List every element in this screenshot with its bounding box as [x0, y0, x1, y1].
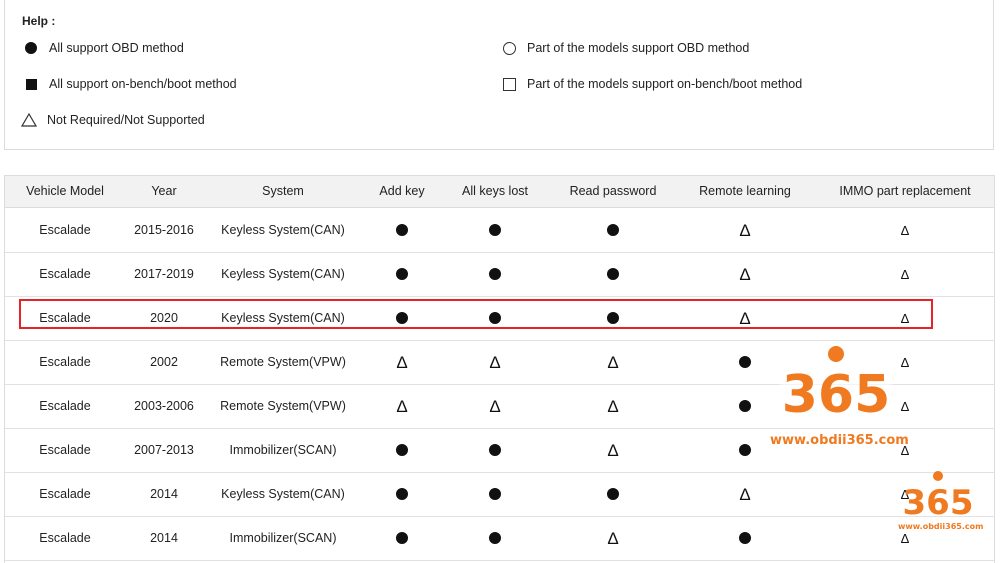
cell-system: Remote System(VPW) [220, 355, 346, 369]
header-system: System [262, 184, 304, 198]
cell-year: 2002 [150, 355, 178, 369]
filled-circle-icon [396, 516, 408, 560]
triangle-icon: Δ [396, 352, 408, 372]
cell-year: 2003-2006 [134, 399, 194, 413]
highlight-box [19, 299, 933, 329]
legend-all-bench: All support on-bench/boot method [23, 76, 237, 92]
header-add-key: Add key [379, 184, 425, 198]
header-remote-learning: Remote learning [699, 184, 791, 198]
cell-vehicle-model: Escalade [39, 487, 91, 501]
filled-circle-icon [739, 384, 751, 428]
help-panel: Help : All support OBD method Part of th… [4, 0, 994, 150]
filled-circle-icon [396, 252, 408, 296]
help-title: Help : [22, 14, 56, 28]
table-row: Escalade 2014 Keyless System(CAN) Δ Δ [5, 472, 994, 517]
header-immo-part-replacement: IMMO part replacement [839, 184, 971, 198]
triangle-icon: Δ [489, 396, 501, 416]
filled-circle-icon [489, 252, 501, 296]
legend-label: Part of the models support OBD method [527, 41, 750, 55]
legend-label: All support OBD method [49, 41, 184, 55]
cell-year: 2015-2016 [134, 223, 194, 237]
triangle-icon: Δ [396, 396, 408, 416]
filled-circle-icon [396, 208, 408, 252]
filled-circle-icon [607, 472, 619, 516]
legend-label: Part of the models support on-bench/boot… [527, 77, 803, 91]
filled-circle-icon [739, 428, 751, 472]
cell-system: Immobilizer(SCAN) [229, 443, 337, 457]
cell-vehicle-model: Escalade [39, 223, 91, 237]
filled-circle-icon [739, 340, 751, 384]
triangle-icon: Δ [607, 528, 619, 548]
triangle-icon: Δ [739, 264, 751, 284]
cell-vehicle-model: Escalade [39, 399, 91, 413]
triangle-icon: Δ [739, 220, 751, 240]
cell-system: Immobilizer(SCAN) [229, 531, 337, 545]
filled-circle-icon [489, 516, 501, 560]
triangle-icon [21, 112, 37, 128]
header-vehicle-model: Vehicle Model [26, 184, 104, 198]
filled-square-icon [23, 76, 39, 92]
cell-year: 2014 [150, 487, 178, 501]
filled-circle-icon [23, 40, 39, 56]
filled-circle-icon [489, 208, 501, 252]
watermark-url-large: www.obdii365.com [770, 433, 909, 448]
header-read-password: Read password [569, 184, 657, 198]
triangle-icon: Δ [739, 484, 751, 504]
filled-circle-icon [607, 208, 619, 252]
cell-system: Keyless System(CAN) [221, 487, 345, 501]
watermark-logo-large: 365 [766, 344, 906, 429]
table-row: Escalade 2017-2019 Keyless System(CAN) Δ Δ [5, 252, 994, 297]
table-row: Escalade 2015-2016 Keyless System(CAN) Δ Δ [5, 208, 994, 253]
filled-circle-icon [396, 472, 408, 516]
legend-part-bench: Part of the models support on-bench/boot… [501, 76, 802, 92]
watermark-logo-small: 365 [893, 470, 983, 525]
filled-circle-icon [739, 516, 751, 560]
triangle-icon: Δ [607, 352, 619, 372]
legend-label: Not Required/Not Supported [47, 113, 205, 127]
filled-circle-icon [607, 252, 619, 296]
legend-part-obd: Part of the models support OBD method [501, 40, 749, 56]
filled-circle-icon [396, 428, 408, 472]
cell-year: 2017-2019 [134, 267, 194, 281]
cell-vehicle-model: Escalade [39, 443, 91, 457]
legend-label: All support on-bench/boot method [49, 77, 237, 91]
hollow-square-icon [501, 76, 517, 92]
header-year: Year [151, 184, 177, 198]
hollow-circle-icon [501, 40, 517, 56]
watermark-url-small: www.obdii365.com [898, 522, 984, 531]
triangle-icon: Δ [900, 266, 910, 282]
cell-system: Keyless System(CAN) [221, 223, 345, 237]
triangle-icon: Δ [489, 352, 501, 372]
table-row: Escalade 2014 Immobilizer(SCAN) Δ Δ [5, 516, 994, 561]
triangle-icon: Δ [607, 440, 619, 460]
cell-vehicle-model: Escalade [39, 267, 91, 281]
filled-circle-icon [489, 472, 501, 516]
cell-year: 2014 [150, 531, 178, 545]
cell-vehicle-model: Escalade [39, 531, 91, 545]
cell-system: Keyless System(CAN) [221, 267, 345, 281]
filled-circle-icon [489, 428, 501, 472]
triangle-icon: Δ [900, 222, 910, 238]
legend-all-obd: All support OBD method [23, 40, 184, 56]
triangle-icon: Δ [607, 396, 619, 416]
watermark-logo-text: 365 [782, 365, 891, 424]
cell-vehicle-model: Escalade [39, 355, 91, 369]
header-all-keys-lost: All keys lost [462, 184, 528, 198]
watermark-logo-text-small: 365 [903, 483, 974, 520]
cell-system: Remote System(VPW) [220, 399, 346, 413]
table-header: Vehicle Model Year System Add key All ke… [5, 176, 994, 208]
legend-not-supported: Not Required/Not Supported [21, 112, 205, 128]
cell-year: 2007-2013 [134, 443, 194, 457]
